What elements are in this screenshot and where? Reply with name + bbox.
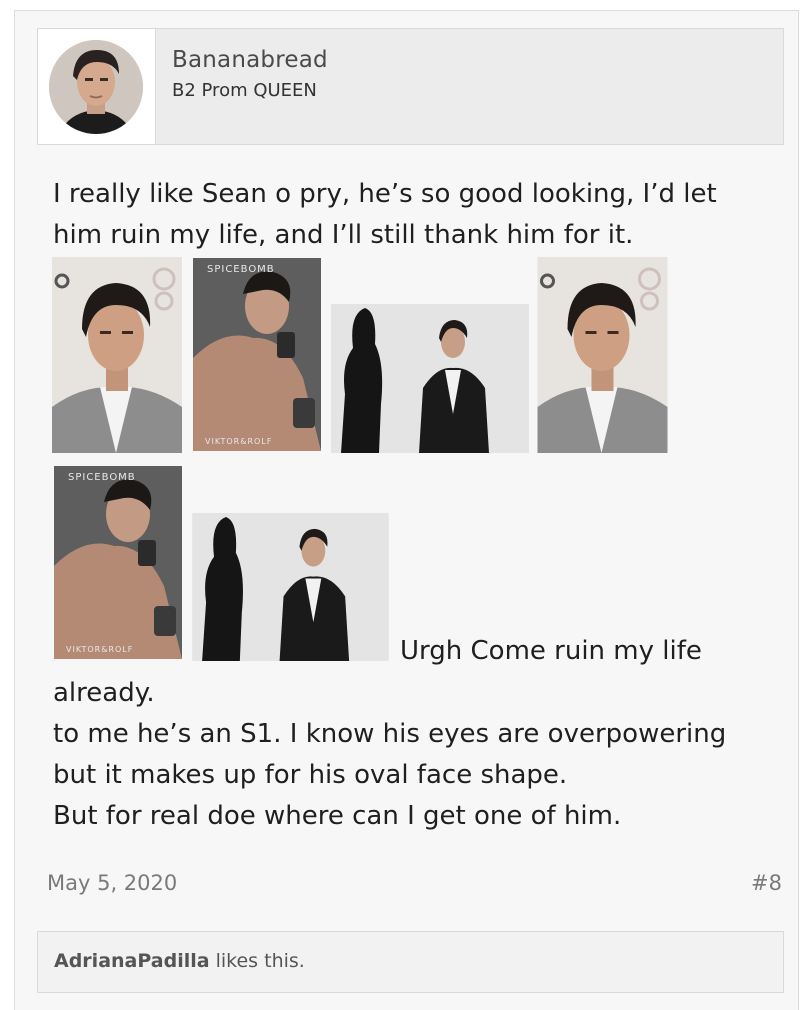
message-line-3: already. <box>53 678 155 708</box>
user-card: Bananabread B2 Prom QUEEN <box>37 28 784 145</box>
post-image-3[interactable] <box>331 304 529 453</box>
message-line-4: to me he’s an S1. I know his eyes are ov… <box>53 719 727 749</box>
message-inline-text: Urgh Come ruin my life <box>400 636 702 666</box>
user-title: B2 Prom QUEEN <box>172 80 317 101</box>
avatar[interactable] <box>49 40 143 134</box>
post-image-5[interactable]: SPICEBOMB VIKTOR&ROLF <box>53 466 183 659</box>
brand-caption: VIKTOR&ROLF <box>205 437 272 446</box>
post-image-2[interactable]: SPICEBOMB VIKTOR&ROLF <box>193 258 321 451</box>
post-image-6[interactable] <box>191 513 390 661</box>
message-line-2: him ruin my life, and I’ll still thank h… <box>53 220 634 250</box>
avatar-box[interactable] <box>38 29 156 144</box>
forum-post: Bananabread B2 Prom QUEEN I really like … <box>14 10 799 1010</box>
liker-link[interactable]: AdrianaPadilla <box>54 950 210 972</box>
post-date-link[interactable]: May 5, 2020 <box>47 871 177 895</box>
post-image-4[interactable] <box>537 257 668 453</box>
brand-caption: VIKTOR&ROLF <box>66 645 133 654</box>
message-line-6: But for real doe where can I get one of … <box>53 801 622 831</box>
spicebomb-caption: SPICEBOMB <box>68 472 136 483</box>
likes-suffix: likes this. <box>209 950 305 972</box>
username-link[interactable]: Bananabread <box>172 47 328 73</box>
message-line-1: I really like Sean o pry, he’s so good l… <box>53 179 717 209</box>
likes-summary: AdrianaPadilla likes this. <box>37 931 784 993</box>
post-number-link[interactable]: #8 <box>751 871 782 895</box>
spicebomb-caption: SPICEBOMB <box>207 264 275 275</box>
post-image-1[interactable] <box>52 257 182 453</box>
message-line-5: but it makes up for his oval face shape. <box>53 760 568 790</box>
